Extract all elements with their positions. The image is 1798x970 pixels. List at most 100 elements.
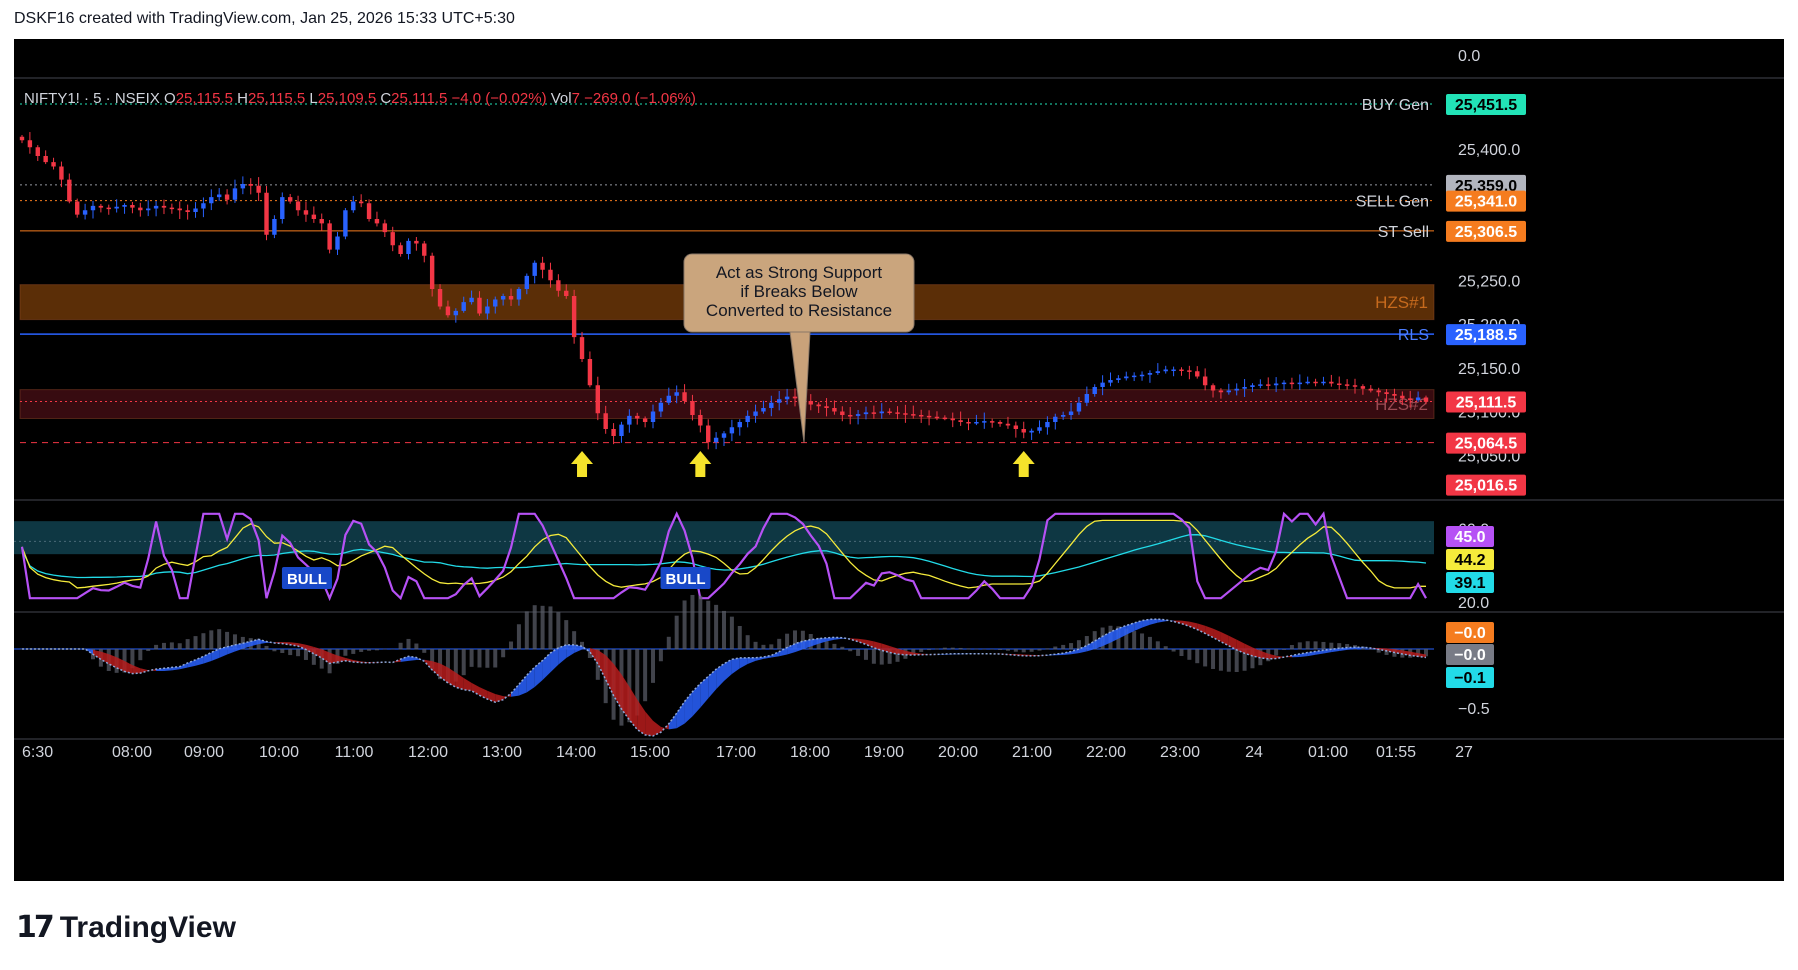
- candle-body: [343, 210, 348, 237]
- macd-histogram-bar: [1147, 636, 1152, 650]
- candle-body: [311, 214, 317, 219]
- candle-body: [390, 232, 395, 246]
- time-tick-label: 13:00: [482, 744, 522, 761]
- candle-body: [35, 147, 40, 156]
- candle-body: [863, 412, 869, 415]
- macd-histogram-bar: [217, 629, 222, 650]
- macd-histogram-bar: [1013, 649, 1018, 652]
- macd-histogram-bar: [398, 642, 403, 650]
- candle-body: [216, 194, 222, 198]
- macd-histogram-bar: [154, 644, 159, 650]
- macd-fill: [542, 652, 551, 681]
- macd-histogram-bar: [469, 649, 474, 667]
- tradingview-wordmark: TradingView: [59, 910, 236, 944]
- indicator-value-label: 44.2: [1454, 552, 1485, 569]
- macd-histogram-bar: [1069, 643, 1074, 650]
- candle-body: [138, 207, 143, 211]
- chart-canvas[interactable]: 0.0HZS#1HZS#225,400.025,250.025,200.025,…: [14, 39, 1784, 881]
- time-tick-label: 09:00: [184, 744, 224, 761]
- callout-text: Converted to Resistance: [706, 301, 892, 320]
- candle-body: [422, 243, 427, 256]
- macd-fill: [566, 644, 575, 659]
- candle-body: [1321, 381, 1326, 384]
- macd-histogram-bar: [303, 649, 308, 660]
- arrow-up-icon: [1012, 451, 1035, 477]
- ohlc-legend-part: 7: [572, 90, 580, 107]
- macd-fill: [203, 652, 212, 664]
- candle-body: [777, 399, 782, 403]
- macd-fill: [471, 682, 480, 696]
- tradingview-logo-icon: 17: [16, 910, 55, 945]
- time-tick-label: 27: [1455, 744, 1473, 761]
- tradingview-logo[interactable]: 17 TradingView: [16, 910, 236, 945]
- time-tick-label: 6:30: [22, 744, 53, 761]
- macd-histogram-bar: [1282, 649, 1287, 650]
- candle-body: [335, 236, 340, 250]
- macd-histogram-bar: [690, 594, 695, 650]
- candle-body: [461, 302, 466, 311]
- candle-body: [674, 392, 679, 396]
- candle-body: [658, 402, 664, 412]
- candle-body: [209, 197, 214, 204]
- candle-body: [1329, 381, 1334, 384]
- macd-histogram-bar: [1005, 649, 1010, 651]
- candle-body: [1415, 397, 1421, 401]
- candle-body: [453, 310, 459, 316]
- indicator-value-label: 39.1: [1454, 575, 1485, 592]
- macd-histogram-bar: [1289, 645, 1294, 650]
- ohlc-legend-part: L: [305, 90, 318, 107]
- macd-fill: [676, 701, 685, 729]
- candle-body: [982, 421, 987, 423]
- macd-histogram-bar: [540, 605, 545, 650]
- ohlc-legend-part: NIFTY1! · 5 · NSEIX: [24, 90, 164, 107]
- candle-body: [1084, 394, 1090, 403]
- price-level-label: BUY Gen: [1362, 97, 1429, 114]
- macd-histogram-bar: [1179, 649, 1184, 657]
- indicator-value-label: −0.0: [1454, 625, 1486, 642]
- candle-body: [90, 205, 96, 211]
- macd-histogram-bar: [264, 645, 269, 650]
- candle-body: [1100, 382, 1105, 387]
- candle-body: [193, 208, 198, 212]
- bull-signal-label: BULL: [666, 571, 706, 588]
- callout-pointer: [789, 331, 811, 443]
- time-tick-label: 18:00: [790, 744, 830, 761]
- macd-histogram-bar: [824, 641, 829, 650]
- candle-body: [1202, 376, 1208, 386]
- macd-fill: [1220, 632, 1229, 646]
- macd-histogram-bar: [1218, 649, 1223, 671]
- ohlc-legend-part: −4.0 (−0.02%): [447, 90, 546, 107]
- candle-body: [571, 296, 577, 338]
- macd-fill: [660, 723, 669, 733]
- macd-histogram-bar: [1187, 649, 1192, 660]
- candle-body: [1273, 383, 1279, 386]
- chart-panel[interactable]: 0.0HZS#1HZS#225,400.025,250.025,200.025,…: [14, 39, 1784, 881]
- macd-histogram-bar: [485, 649, 490, 668]
- candle-body: [997, 422, 1003, 424]
- candle-body: [1408, 398, 1413, 401]
- candle-body: [1250, 385, 1255, 387]
- candle-body: [272, 219, 277, 235]
- candle-body: [1234, 388, 1239, 391]
- macd-histogram-bar: [1226, 649, 1231, 672]
- candle-body: [1053, 416, 1058, 422]
- candle-body: [1218, 390, 1224, 393]
- candle-body: [690, 401, 695, 415]
- candle-body: [406, 240, 411, 254]
- candle-body: [1045, 422, 1050, 428]
- candle-body: [82, 210, 88, 215]
- macd-histogram-bar: [532, 605, 537, 650]
- price-tick-label: 25,400.0: [1458, 142, 1520, 159]
- candle-body: [950, 418, 955, 421]
- macd-histogram-bar: [1076, 640, 1081, 650]
- macd-histogram-bar: [958, 647, 963, 650]
- macd-fill: [668, 713, 677, 730]
- callout-text: if Breaks Below: [740, 282, 858, 301]
- candle-body: [989, 421, 995, 423]
- indicator-value-label: −0.1: [1454, 670, 1486, 687]
- candle-body: [516, 289, 522, 300]
- candle-body: [477, 297, 482, 314]
- candle-body: [1313, 381, 1318, 384]
- macd-histogram-bar: [477, 649, 482, 668]
- price-badge-label: 25,306.5: [1455, 224, 1517, 241]
